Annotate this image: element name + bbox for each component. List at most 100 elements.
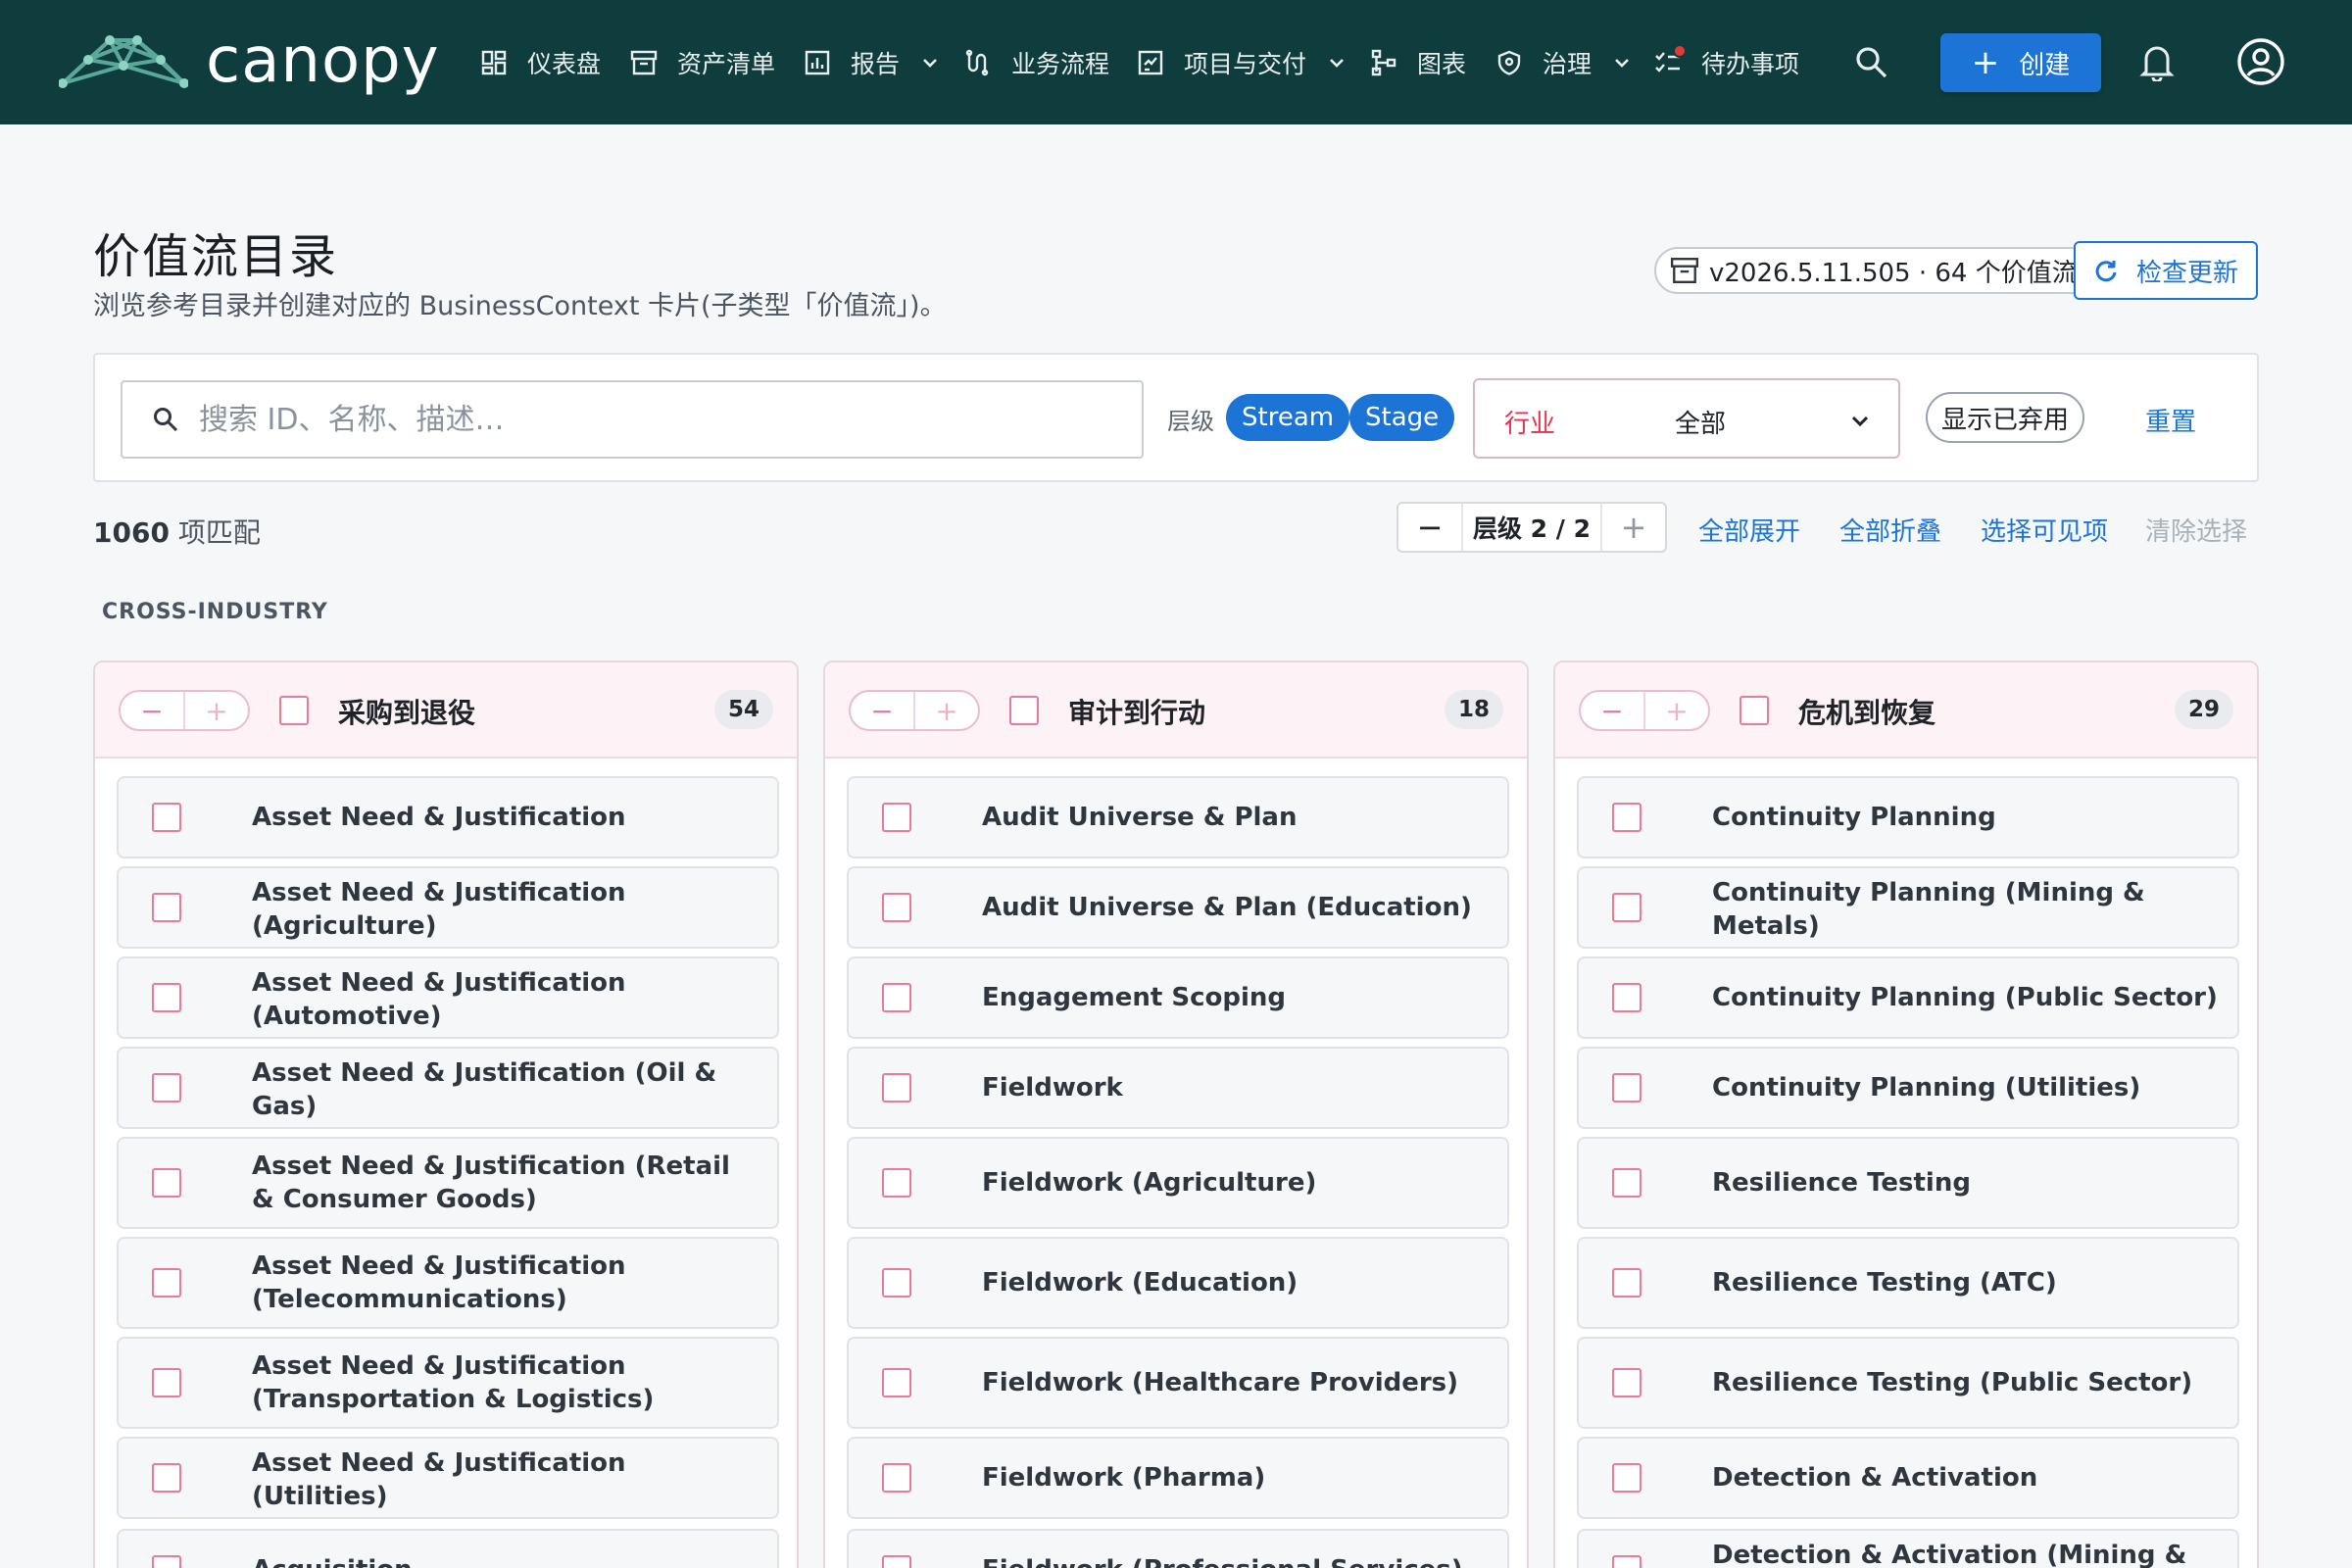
stage-select-checkbox[interactable]: [882, 803, 911, 832]
value-stage-item[interactable]: Audit Universe & Plan: [847, 776, 1509, 858]
nav-item-projects[interactable]: 项目与交付: [1137, 0, 1346, 124]
nav-item-dashboard[interactable]: 仪表盘: [480, 0, 601, 124]
check-updates-button[interactable]: 检查更新: [2074, 241, 2258, 300]
value-stage-item[interactable]: Audit Universe & Plan (Education): [847, 866, 1509, 949]
stream-select-checkbox[interactable]: [1740, 696, 1769, 725]
value-stage-item[interactable]: Engagement Scoping: [847, 956, 1509, 1039]
value-stage-item[interactable]: Resilience Testing (Public Sector): [1577, 1337, 2239, 1429]
show-deprecated-toggle[interactable]: 显示已弃用: [1926, 392, 2085, 443]
value-stage-item[interactable]: Resilience Testing: [1577, 1137, 2239, 1229]
value-stage-item[interactable]: Continuity Planning (Public Sector): [1577, 956, 2239, 1039]
level-chip-stream[interactable]: Stream: [1226, 394, 1350, 441]
nav-item-business-process[interactable]: 业务流程: [964, 0, 1109, 124]
value-stage-item[interactable]: Continuity Planning: [1577, 776, 2239, 858]
stage-select-checkbox[interactable]: [152, 1168, 181, 1198]
collapse-all-link[interactable]: 全部折叠: [1839, 512, 1941, 548]
clear-selection-link[interactable]: 清除选择: [2145, 512, 2247, 548]
value-stage-item[interactable]: Detection & Activation: [1577, 1437, 2239, 1519]
stage-select-checkbox[interactable]: [882, 1463, 911, 1493]
nav-item-todos[interactable]: 待办事项: [1654, 0, 1799, 124]
stage-select-checkbox[interactable]: [882, 1073, 911, 1102]
section-heading: CROSS-INDUSTRY: [102, 600, 328, 624]
stage-select-checkbox[interactable]: [882, 1368, 911, 1397]
value-stage-item[interactable]: Asset Need & Justification (Oil & Gas): [117, 1047, 779, 1129]
value-stage-item[interactable]: Asset Need & Justification (Utilities): [117, 1437, 779, 1519]
stage-select-checkbox[interactable]: [1612, 893, 1642, 922]
stage-select-checkbox[interactable]: [152, 1463, 181, 1493]
value-stream-column: − + 危机到恢复 29 Continuity Planning Continuity P…: [1553, 661, 2259, 1568]
stage-select-checkbox[interactable]: [152, 893, 181, 922]
stage-select-checkbox[interactable]: [1612, 1463, 1642, 1493]
collapse-stream-button[interactable]: −: [1581, 692, 1645, 729]
nav-item-governance[interactable]: 治理: [1495, 0, 1631, 124]
value-stage-item[interactable]: Continuity Planning (Mining & Metals): [1577, 866, 2239, 949]
nav-item-diagrams[interactable]: 图表: [1370, 0, 1466, 124]
report-icon: [804, 49, 831, 76]
stage-select-checkbox[interactable]: [1612, 803, 1642, 832]
stage-select-checkbox[interactable]: [1612, 1368, 1642, 1397]
stage-select-checkbox[interactable]: [152, 1555, 181, 1568]
stage-select-checkbox[interactable]: [1612, 1168, 1642, 1198]
level-chip-stage[interactable]: Stage: [1349, 394, 1455, 441]
stage-select-checkbox[interactable]: [152, 803, 181, 832]
value-stage-item[interactable]: Fieldwork: [847, 1047, 1509, 1129]
user-account-button[interactable]: [2230, 31, 2291, 92]
archive-icon: [630, 49, 658, 76]
stage-select-checkbox[interactable]: [882, 893, 911, 922]
value-stage-item[interactable]: Asset Need & Justification (Automotive): [117, 956, 779, 1039]
industry-select[interactable]: 行业 全部: [1473, 378, 1900, 459]
value-stage-item[interactable]: Resilience Testing (ATC): [1577, 1237, 2239, 1329]
brand-logo[interactable]: canopy: [59, 29, 440, 92]
value-stage-item[interactable]: Fieldwork (Pharma): [847, 1437, 1509, 1519]
value-stage-item[interactable]: Fieldwork (Healthcare Providers): [847, 1337, 1509, 1429]
stage-select-checkbox[interactable]: [1612, 983, 1642, 1012]
create-button[interactable]: + 创建: [1940, 33, 2101, 92]
value-stage-item[interactable]: Asset Need & Justification (Retail & Con…: [117, 1137, 779, 1229]
stage-select-checkbox[interactable]: [1612, 1555, 1642, 1568]
collapse-stream-button[interactable]: −: [851, 692, 915, 729]
value-stage-label: Acquisition: [252, 1553, 758, 1568]
reset-filters-link[interactable]: 重置: [2145, 402, 2196, 438]
expand-stream-button[interactable]: +: [915, 692, 978, 729]
expand-stream-button[interactable]: +: [185, 692, 248, 729]
value-stage-item[interactable]: Acquisition: [117, 1529, 779, 1568]
value-stage-item[interactable]: Detection & Activation (Mining & Metals): [1577, 1529, 2239, 1568]
notifications-button[interactable]: [2127, 31, 2187, 92]
value-stage-item[interactable]: Asset Need & Justification (Transportati…: [117, 1337, 779, 1429]
select-visible-link[interactable]: 选择可见项: [1981, 512, 2108, 548]
expand-stream-button[interactable]: +: [1645, 692, 1708, 729]
stage-select-checkbox[interactable]: [152, 983, 181, 1012]
level-increase-button[interactable]: +: [1602, 504, 1665, 551]
stage-select-checkbox[interactable]: [882, 1555, 911, 1568]
search-field[interactable]: [121, 380, 1144, 459]
level-decrease-button[interactable]: −: [1398, 504, 1461, 551]
stage-select-checkbox[interactable]: [152, 1268, 181, 1298]
value-stage-item[interactable]: Fieldwork (Professional Services): [847, 1529, 1509, 1568]
stage-select-checkbox[interactable]: [882, 1268, 911, 1298]
stage-select-checkbox[interactable]: [882, 1168, 911, 1198]
value-stage-item[interactable]: Fieldwork (Education): [847, 1237, 1509, 1329]
collapse-stream-button[interactable]: −: [121, 692, 185, 729]
expand-all-link[interactable]: 全部展开: [1698, 512, 1800, 548]
search-button[interactable]: [1840, 31, 1901, 92]
chevron-down-icon: [1328, 54, 1346, 72]
refresh-icon: [2093, 258, 2119, 283]
value-stage-item[interactable]: Asset Need & Justification: [117, 776, 779, 858]
value-stage-item[interactable]: Asset Need & Justification (Telecommunic…: [117, 1237, 779, 1329]
stage-select-checkbox[interactable]: [152, 1073, 181, 1102]
value-stage-item[interactable]: Fieldwork (Agriculture): [847, 1137, 1509, 1229]
stage-select-checkbox[interactable]: [1612, 1268, 1642, 1298]
nav-item-inventory[interactable]: 资产清单: [630, 0, 775, 124]
filter-panel: 层级 Stream Stage 行业 全部 显示已弃用 重置: [93, 353, 2259, 482]
shield-icon: [1495, 49, 1523, 76]
stage-select-checkbox[interactable]: [152, 1368, 181, 1397]
value-stage-item[interactable]: Continuity Planning (Utilities): [1577, 1047, 2239, 1129]
nav-item-reports[interactable]: 报告: [804, 0, 939, 124]
stream-select-checkbox[interactable]: [1009, 696, 1039, 725]
nav-label: 报告: [851, 49, 901, 78]
search-input[interactable]: [199, 402, 1081, 437]
value-stage-item[interactable]: Asset Need & Justification (Agriculture): [117, 866, 779, 949]
stream-select-checkbox[interactable]: [279, 696, 309, 725]
stage-select-checkbox[interactable]: [882, 983, 911, 1012]
stage-select-checkbox[interactable]: [1612, 1073, 1642, 1102]
